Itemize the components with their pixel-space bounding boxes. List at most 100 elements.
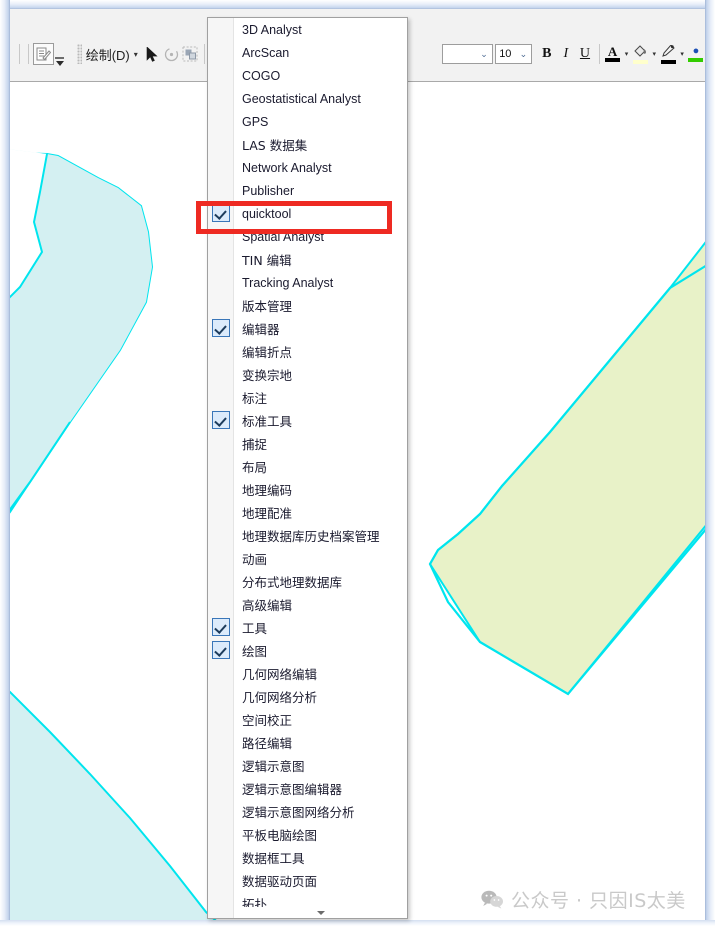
checkbox-icon[interactable]: [212, 250, 230, 268]
menu-item[interactable]: 逻辑示意图编辑器: [208, 777, 407, 800]
line-color-button[interactable]: [659, 43, 677, 65]
menu-item[interactable]: 逻辑示意图: [208, 754, 407, 777]
menu-item[interactable]: 几何网络编辑: [208, 662, 407, 685]
toolbar-gripper[interactable]: [77, 44, 82, 64]
menu-item[interactable]: 编辑折点: [208, 340, 407, 363]
menu-item[interactable]: 标注: [208, 386, 407, 409]
edit-sketch-icon[interactable]: [32, 43, 55, 65]
checkbox-icon[interactable]: [212, 296, 230, 314]
checkbox-checked-icon[interactable]: [212, 641, 230, 659]
checkbox-icon[interactable]: [212, 135, 230, 153]
checkbox-icon[interactable]: [212, 779, 230, 797]
font-color-button[interactable]: A: [603, 43, 621, 65]
menu-item[interactable]: 地理编码: [208, 478, 407, 501]
chevron-down-icon[interactable]: ▾: [134, 50, 138, 59]
menu-item[interactable]: Tracking Analyst: [208, 271, 407, 294]
menu-item[interactable]: 版本管理: [208, 294, 407, 317]
checkbox-icon[interactable]: [212, 20, 230, 38]
checkbox-checked-icon[interactable]: [212, 411, 230, 429]
underline-button[interactable]: U: [575, 43, 594, 65]
menu-item[interactable]: 动画: [208, 547, 407, 570]
checkbox-icon[interactable]: [212, 664, 230, 682]
menu-item[interactable]: 变换宗地: [208, 363, 407, 386]
checkbox-icon[interactable]: [212, 66, 230, 84]
menu-item[interactable]: COGO: [208, 64, 407, 87]
menu-item[interactable]: 捕捉: [208, 432, 407, 455]
bold-button[interactable]: B: [537, 43, 556, 65]
menu-item[interactable]: 布局: [208, 455, 407, 478]
chevron-down-icon[interactable]: ⌄: [477, 49, 492, 60]
checkbox-icon[interactable]: [212, 526, 230, 544]
fill-color-chevron-down-icon[interactable]: ▾: [649, 43, 659, 65]
menu-item[interactable]: 平板电脑绘图: [208, 823, 407, 846]
checkbox-icon[interactable]: [212, 756, 230, 774]
checkbox-icon[interactable]: [212, 112, 230, 130]
menu-item[interactable]: Network Analyst: [208, 156, 407, 179]
marker-color-button[interactable]: ●: [687, 43, 705, 65]
checkbox-icon[interactable]: [212, 342, 230, 360]
checkbox-icon[interactable]: [212, 687, 230, 705]
menu-item[interactable]: 编辑器: [208, 317, 407, 340]
menu-item[interactable]: 地理配准: [208, 501, 407, 524]
draw-menu-label[interactable]: 绘制(D): [85, 45, 131, 64]
menu-item[interactable]: 绘图: [208, 639, 407, 662]
rotate-icon[interactable]: [162, 43, 181, 65]
parcel-polygon[interactable]: [428, 230, 712, 696]
menu-item[interactable]: 逻辑示意图网络分析: [208, 800, 407, 823]
select-elements-icon[interactable]: [181, 43, 200, 65]
font-size-select[interactable]: 10 ⌄: [495, 44, 532, 64]
menu-item[interactable]: 几何网络分析: [208, 685, 407, 708]
checkbox-icon[interactable]: [212, 595, 230, 613]
menu-item[interactable]: 分布式地理数据库: [208, 570, 407, 593]
menu-item[interactable]: 标准工具: [208, 409, 407, 432]
italic-button[interactable]: I: [556, 43, 575, 65]
menu-item[interactable]: TIN 编辑: [208, 248, 407, 271]
checkbox-icon[interactable]: [212, 572, 230, 590]
checkbox-icon[interactable]: [212, 503, 230, 521]
checkbox-icon[interactable]: [212, 894, 230, 912]
line-color-chevron-down-icon[interactable]: ▾: [677, 43, 687, 65]
menu-item[interactable]: 数据框工具: [208, 846, 407, 869]
menu-item[interactable]: 路径编辑: [208, 731, 407, 754]
fill-color-button[interactable]: [631, 43, 649, 65]
toolbar-overflow-icon[interactable]: [54, 41, 65, 67]
checkbox-icon[interactable]: [212, 710, 230, 728]
checkbox-icon[interactable]: [212, 181, 230, 199]
menu-item[interactable]: 高级编辑: [208, 593, 407, 616]
checkbox-icon[interactable]: [212, 825, 230, 843]
menu-item-label: 3D Analyst: [242, 22, 302, 37]
menu-item[interactable]: 空间校正: [208, 708, 407, 731]
checkbox-icon[interactable]: [212, 457, 230, 475]
menu-item[interactable]: Geostatistical Analyst: [208, 87, 407, 110]
menu-item[interactable]: GPS: [208, 110, 407, 133]
menu-scroll-down-button[interactable]: [234, 907, 407, 918]
checkbox-icon[interactable]: [212, 388, 230, 406]
toolbars-dropdown-menu[interactable]: 3D Analyst ArcScan COGO Geostatistical Anal…: [207, 17, 408, 919]
font-color-chevron-down-icon[interactable]: ▾: [622, 43, 632, 65]
checkbox-icon[interactable]: [212, 733, 230, 751]
checkbox-icon[interactable]: [212, 365, 230, 383]
checkbox-icon[interactable]: [212, 273, 230, 291]
checkbox-icon[interactable]: [212, 480, 230, 498]
menu-item[interactable]: ArcScan: [208, 41, 407, 64]
checkbox-icon[interactable]: [212, 871, 230, 889]
checkbox-icon[interactable]: [212, 43, 230, 61]
water-polygon-bottom[interactable]: [10, 642, 220, 926]
checkbox-icon[interactable]: [212, 434, 230, 452]
menu-item[interactable]: LAS 数据集: [208, 133, 407, 156]
checkbox-icon[interactable]: [212, 848, 230, 866]
checkbox-checked-icon[interactable]: [212, 618, 230, 636]
menu-item[interactable]: 工具: [208, 616, 407, 639]
checkbox-icon[interactable]: [212, 89, 230, 107]
checkbox-icon[interactable]: [212, 802, 230, 820]
chevron-down-icon[interactable]: ⌄: [516, 49, 531, 60]
menu-item[interactable]: 数据驱动页面: [208, 869, 407, 892]
checkbox-icon[interactable]: [212, 549, 230, 567]
menu-item[interactable]: 地理数据库历史档案管理: [208, 524, 407, 547]
menu-item[interactable]: 3D Analyst: [208, 18, 407, 41]
menu-item[interactable]: Publisher: [208, 179, 407, 202]
select-arrow-icon[interactable]: [143, 43, 162, 65]
font-family-select[interactable]: ⌄: [441, 44, 493, 64]
checkbox-checked-icon[interactable]: [212, 319, 230, 337]
checkbox-icon[interactable]: [212, 158, 230, 176]
